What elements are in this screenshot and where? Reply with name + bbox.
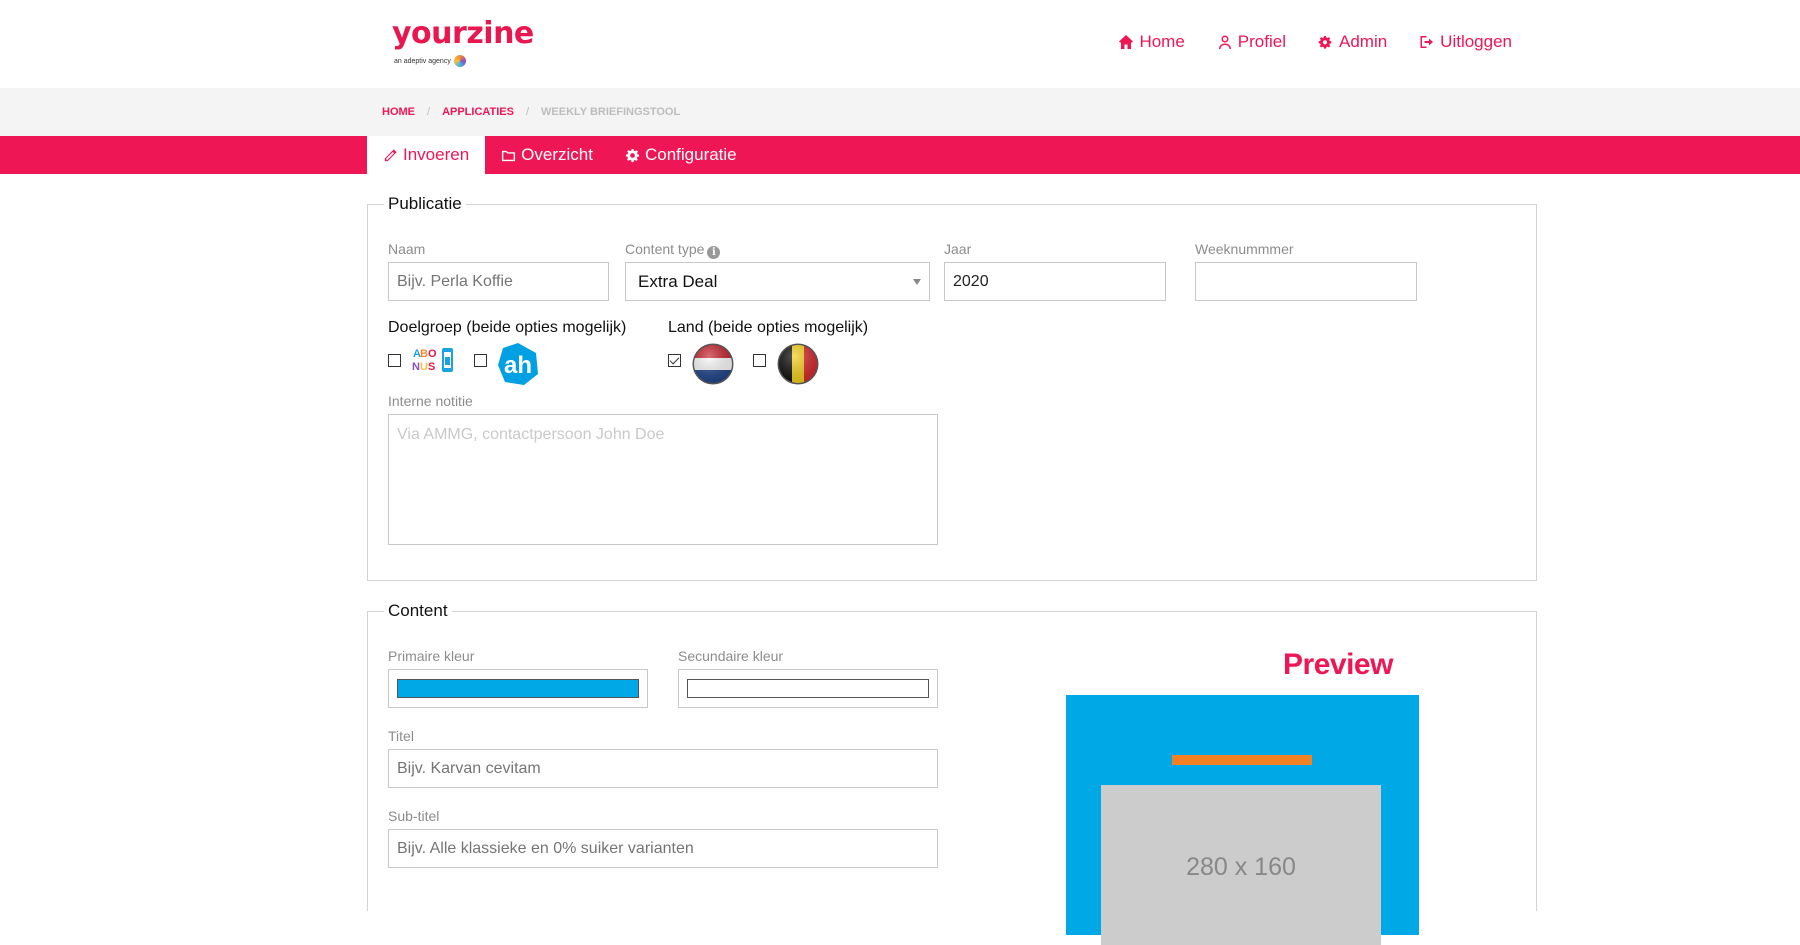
logo-dot-icon (453, 55, 466, 67)
breadcrumb-applicaties[interactable]: APPLICATIES (442, 106, 514, 118)
secundaire-kleur-label: Secundaire kleur (678, 648, 784, 664)
tab-overzicht-label: Overzicht (521, 145, 593, 164)
nav-profiel-label: Profiel (1237, 32, 1286, 51)
primaire-kleur-picker[interactable] (388, 669, 648, 708)
gear-icon (625, 148, 640, 162)
titel-label: Titel (388, 728, 414, 744)
preview-accent-bar (1172, 755, 1312, 765)
nav-admin-label: Admin (1338, 32, 1388, 51)
breadcrumb: HOME / APPLICATIES / WEEKLY BRIEFINGSTOO… (382, 106, 680, 118)
content-type-value: Extra Deal (638, 271, 718, 291)
tab-configuratie[interactable]: Configuratie (609, 136, 753, 174)
tabs: Invoeren Overzicht Configuratie (367, 136, 753, 174)
netherlands-flag-icon (692, 343, 734, 385)
subtitel-label: Sub-titel (388, 808, 440, 824)
secundaire-kleur-swatch (687, 679, 929, 698)
abonus-logo: A B O N U S (411, 345, 457, 375)
content-legend: Content (384, 601, 452, 621)
preview-image-placeholder: 280 x 160 (1101, 785, 1381, 945)
jaar-input[interactable]: 2020 (944, 262, 1166, 301)
naam-input[interactable] (388, 262, 609, 301)
info-icon[interactable]: i (707, 246, 721, 259)
nav-home[interactable]: Home (1118, 32, 1185, 52)
logo-text: yourzine (392, 16, 534, 51)
content-type-select[interactable]: Extra Deal (625, 262, 930, 301)
svg-text:N: N (412, 361, 420, 373)
home-icon (1119, 35, 1134, 49)
belgium-flag (777, 343, 819, 385)
publicatie-fieldset: Publicatie Naam Content typei Extra Deal… (367, 194, 1537, 581)
notitie-label: Interne notitie (388, 393, 473, 409)
svg-text:O: O (428, 348, 437, 360)
preview-image-label: 280 x 160 (1186, 853, 1296, 881)
nav-uitloggen-label: Uitloggen (1440, 32, 1512, 51)
naam-label: Naam (388, 241, 426, 257)
subtitel-input[interactable] (388, 829, 938, 868)
publicatie-legend: Publicatie (384, 194, 466, 214)
doelgroep-label: Doelgroep (beide opties mogelijk) (388, 319, 627, 336)
preview-canvas: 280 x 160 (1066, 695, 1419, 945)
tab-invoeren-label: Invoeren (403, 145, 470, 164)
doelgroep-abonus-checkbox[interactable] (388, 354, 401, 367)
nav-home-label: Home (1139, 32, 1185, 51)
breadcrumb-current: WEEKLY BRIEFINGSTOOL (541, 106, 681, 118)
jaar-label: Jaar (944, 241, 972, 257)
nav-admin[interactable]: Admin (1318, 32, 1387, 52)
secundaire-kleur-picker[interactable] (678, 669, 938, 708)
weeknummer-label: Weeknummmer (1195, 241, 1294, 257)
netherlands-flag (692, 343, 734, 385)
abonus-logo-icon: A B O N U S (412, 348, 453, 373)
land-nl-checkbox[interactable] (668, 354, 681, 367)
content-type-label-text: Content type (625, 241, 705, 257)
breadcrumb-bar: HOME / APPLICATIES / WEEKLY BRIEFINGSTOO… (0, 88, 1800, 136)
folder-icon (502, 150, 516, 161)
belgium-flag-icon (777, 343, 819, 385)
svg-text:ah: ah (504, 352, 532, 379)
breadcrumb-home[interactable]: HOME (382, 106, 415, 118)
albert-heijn-logo: ah (497, 342, 539, 386)
user-icon (1218, 35, 1231, 49)
ah-logo-icon: ah (498, 343, 538, 385)
doelgroep-ah-checkbox[interactable] (474, 354, 487, 367)
chevron-down-icon (913, 279, 921, 285)
pencil-icon (384, 148, 397, 161)
notitie-textarea[interactable]: Via AMMG, contactpersoon John Doe (388, 414, 938, 545)
svg-text:S: S (428, 361, 435, 373)
nav-uitloggen[interactable]: Uitloggen (1419, 32, 1512, 52)
weeknummer-input[interactable] (1195, 262, 1417, 301)
land-label: Land (beide opties mogelijk) (668, 319, 869, 336)
svg-text:U: U (420, 361, 428, 373)
breadcrumb-separator: / (427, 106, 431, 118)
primaire-kleur-swatch (397, 679, 639, 698)
content-type-label: Content type i (625, 241, 721, 259)
content-fieldset: Content Primaire kleur Secundaire kleur … (367, 601, 1537, 945)
tab-overzicht[interactable]: Overzicht (485, 136, 609, 174)
sign-out-icon (1420, 36, 1434, 48)
tab-invoeren[interactable]: Invoeren (367, 136, 486, 174)
top-navigation: Home Profiel Admin Uitloggen (1118, 32, 1512, 52)
logo-sub-text: an adeptiv agency (394, 57, 451, 65)
tab-configuratie-label: Configuratie (644, 145, 737, 164)
yourzine-logo[interactable]: yourzine an adeptiv agency (392, 14, 534, 67)
header: yourzine an adeptiv agency Home Profiel … (0, 0, 1800, 88)
svg-text:B: B (420, 348, 428, 360)
gears-icon (1318, 36, 1332, 49)
land-be-checkbox[interactable] (753, 354, 766, 367)
primaire-kleur-label: Primaire kleur (388, 648, 475, 664)
logo-subtitle: an adeptiv agency (394, 55, 466, 67)
breadcrumb-separator: / (525, 106, 530, 118)
nav-profiel[interactable]: Profiel (1217, 32, 1286, 52)
tab-bar: Invoeren Overzicht Configuratie (0, 136, 1800, 174)
titel-input[interactable] (388, 749, 938, 788)
preview-title: Preview (1283, 648, 1393, 681)
